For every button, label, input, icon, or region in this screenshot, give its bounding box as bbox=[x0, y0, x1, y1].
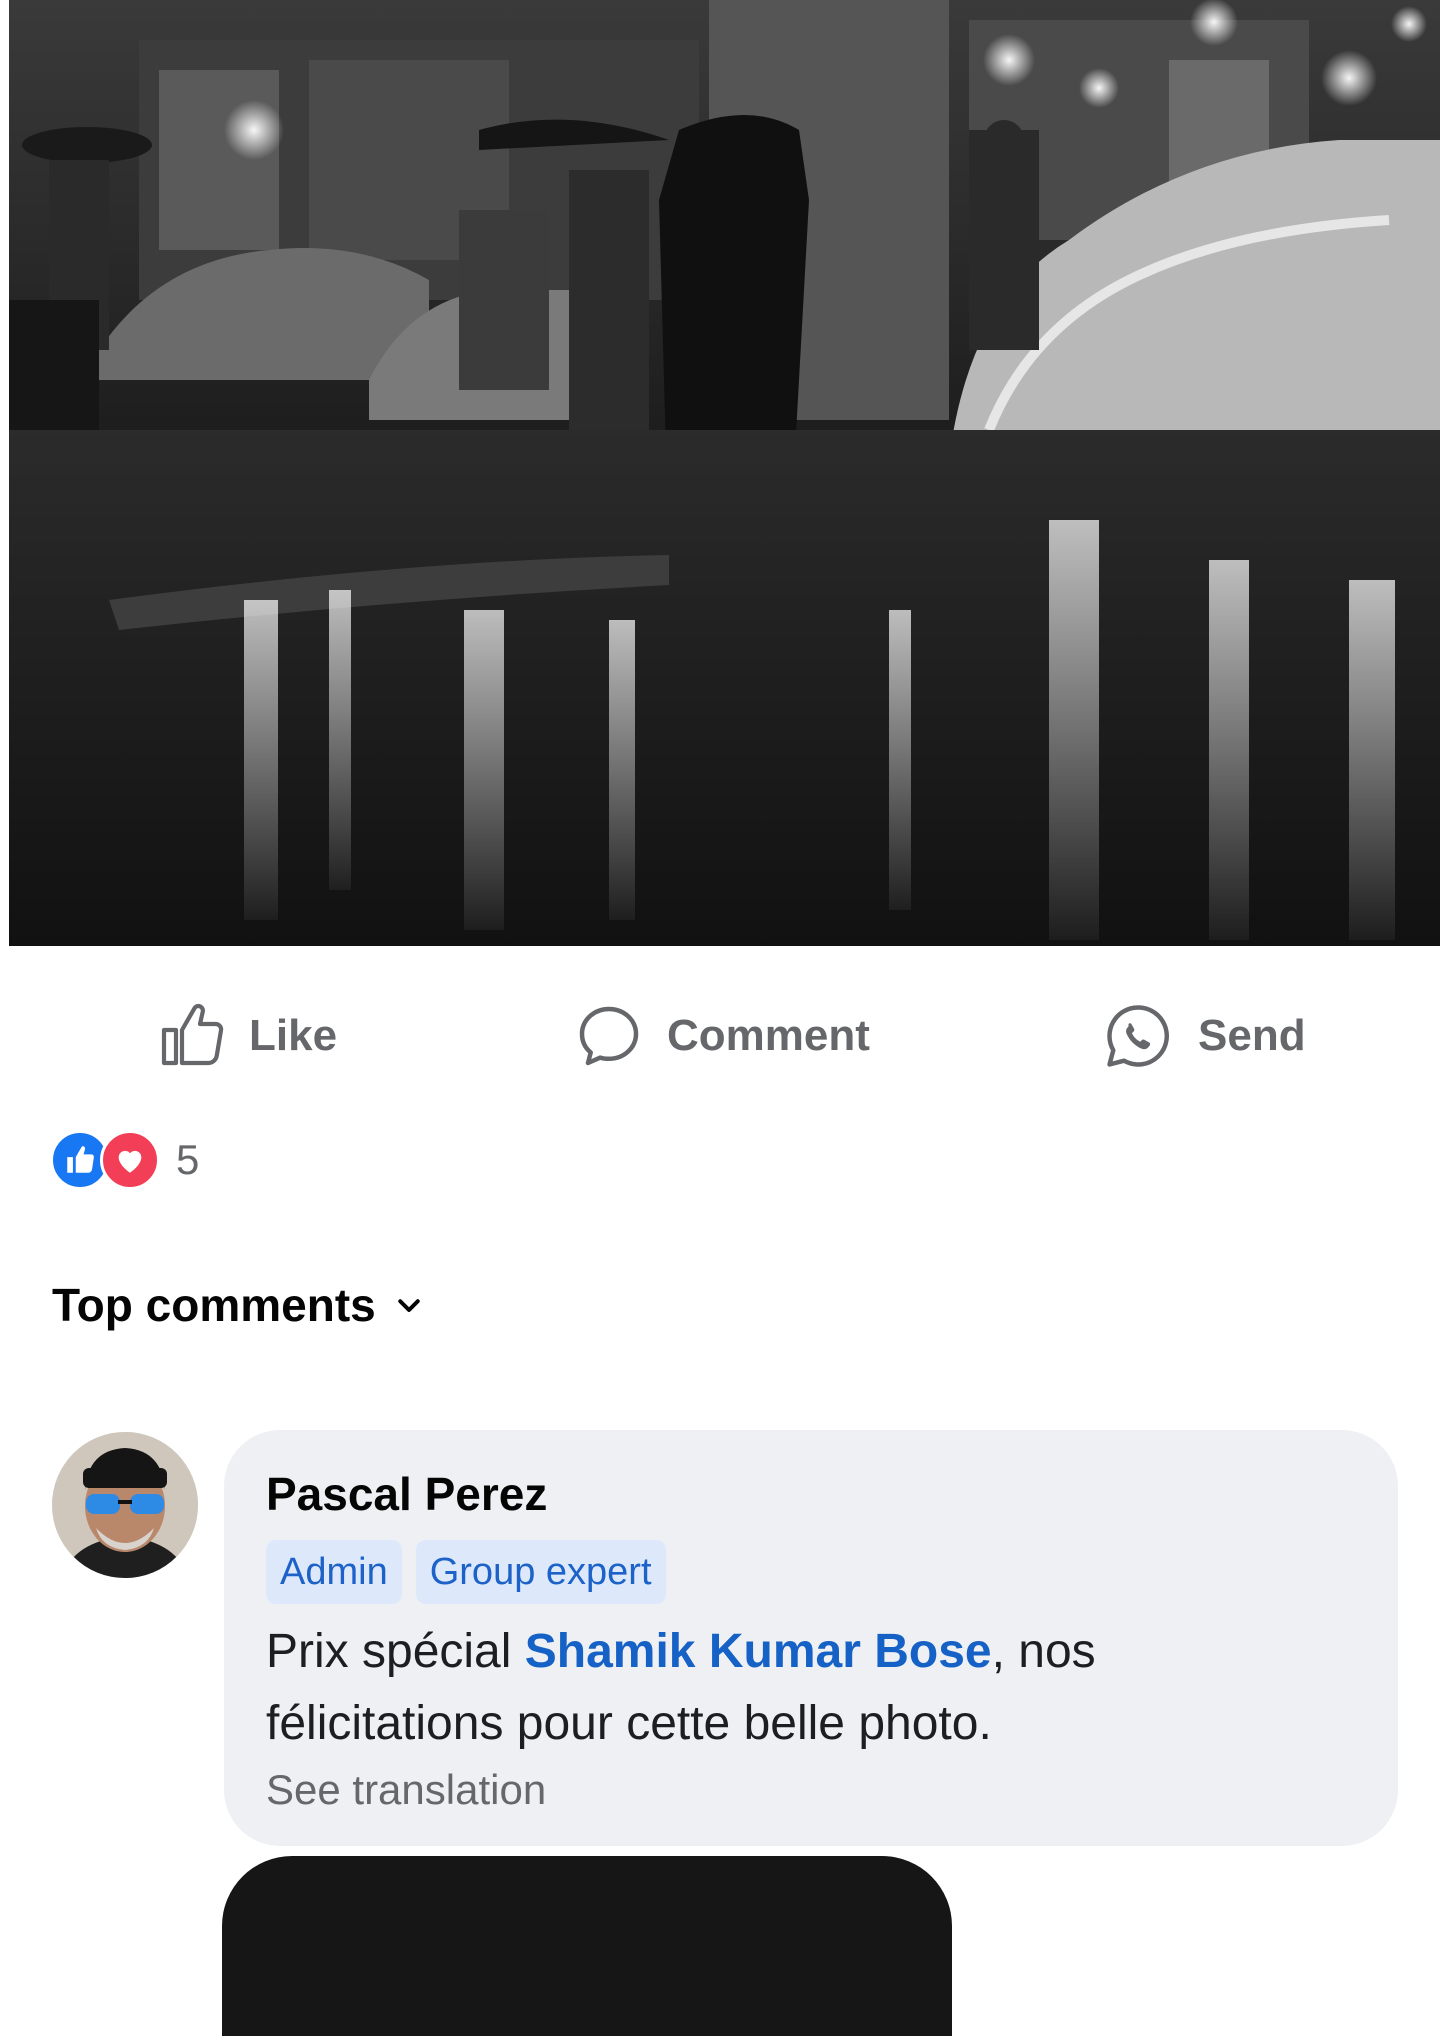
next-comment-bubble bbox=[222, 1856, 952, 2036]
send-label: Send bbox=[1198, 1011, 1306, 1060]
group-expert-badge[interactable]: Group expert bbox=[415, 1540, 666, 1604]
whatsapp-icon bbox=[1107, 1005, 1169, 1067]
chevron-down-icon bbox=[397, 1299, 420, 1312]
like-button[interactable]: Like bbox=[155, 996, 337, 1076]
comment-bubble: Pascal Perez Admin Group expert Prix spé… bbox=[224, 1430, 1398, 1846]
thumbs-up-icon bbox=[161, 1003, 224, 1066]
reaction-icons bbox=[50, 1128, 170, 1192]
post-photo[interactable] bbox=[9, 0, 1440, 946]
reactions-summary[interactable]: 5 bbox=[50, 1128, 199, 1192]
comment-bubble-icon bbox=[579, 1006, 639, 1066]
post-action-bar: Like Comment Send bbox=[0, 960, 1440, 1100]
see-translation-link[interactable]: See translation bbox=[266, 1760, 1356, 1820]
rain-street-image bbox=[9, 0, 1440, 946]
author-badges: Admin Group expert bbox=[266, 1540, 1356, 1604]
mention-link[interactable]: Shamik Kumar Bose bbox=[525, 1625, 992, 1678]
comment-label: Comment bbox=[667, 1011, 870, 1060]
love-reaction-icon bbox=[100, 1130, 160, 1190]
comment-text-start: Prix spécial bbox=[266, 1625, 525, 1678]
comment-text: Prix spécial Shamik Kumar Bose, nos féli… bbox=[266, 1616, 1326, 1760]
comment-button[interactable]: Comment bbox=[573, 996, 870, 1076]
like-label: Like bbox=[249, 1011, 338, 1060]
comment-sort-label: Top comments bbox=[52, 1279, 376, 1331]
comment-sort-dropdown[interactable]: Top comments bbox=[52, 1278, 424, 1332]
admin-badge[interactable]: Admin bbox=[266, 1540, 402, 1604]
profile-picture bbox=[52, 1432, 198, 1578]
reaction-count: 5 bbox=[176, 1136, 200, 1183]
comment-author[interactable]: Pascal Perez bbox=[266, 1466, 1356, 1522]
avatar[interactable] bbox=[52, 1432, 198, 1578]
send-button[interactable]: Send bbox=[1100, 996, 1306, 1076]
